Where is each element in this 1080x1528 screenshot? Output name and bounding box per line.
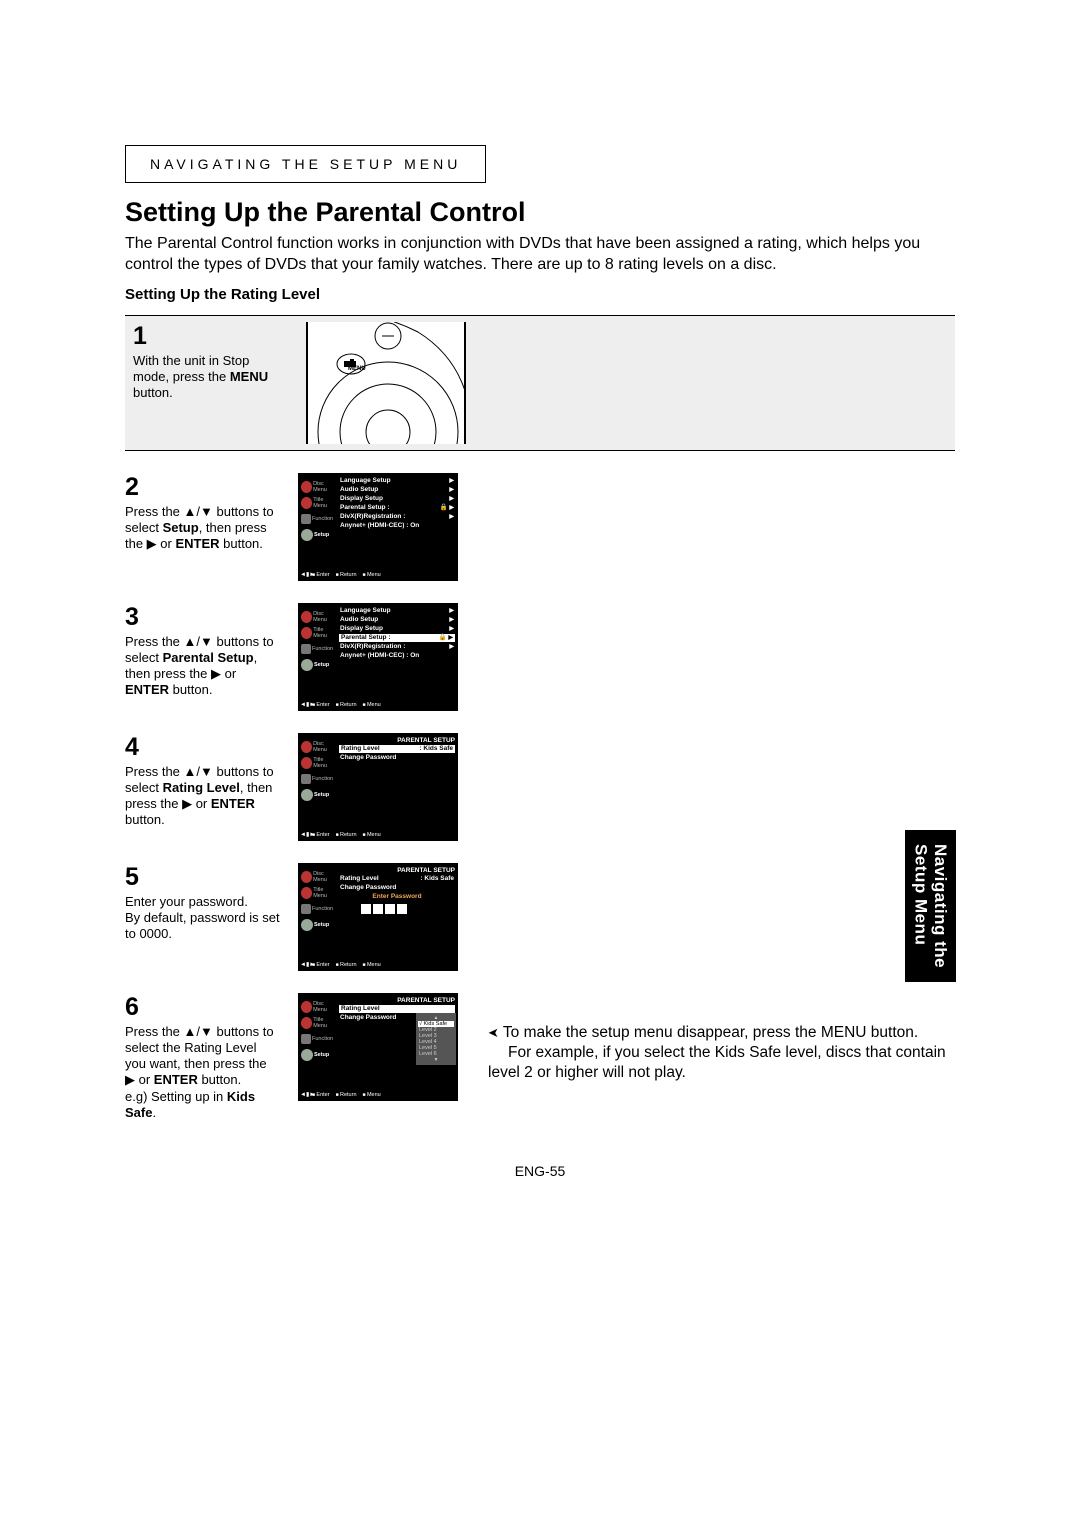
screen-parental-highlight: Disc Menu Title Menu Function Setup Lang…: [298, 603, 458, 711]
manual-page: NAVIGATING THE SETUP MENU Setting Up the…: [125, 145, 955, 1143]
step-1: 1 With the unit in Stop mode, press the …: [125, 315, 955, 451]
remote-diagram: MENU: [306, 322, 466, 444]
chapter-tab: Navigating the Setup Menu: [905, 830, 956, 982]
page-title: Setting Up the Parental Control: [125, 197, 955, 228]
back-arrow-icon: ➤: [488, 1025, 499, 1042]
step-2-text: Press the ▲/▼ buttons to select Setup, t…: [125, 504, 280, 553]
title-icon: [301, 627, 312, 639]
disc-icon: [301, 871, 312, 883]
screen-level-dropdown: Disc Menu Title Menu Function Setup PARE…: [298, 993, 458, 1101]
screen-rating-level: Disc Menu Title Menu Function Setup PARE…: [298, 733, 458, 841]
step-4: 4 Press the ▲/▼ buttons to select Rating…: [125, 733, 955, 841]
function-icon: [301, 904, 311, 914]
step-3-number: 3: [125, 603, 280, 632]
step-1-text-col: 1 With the unit in Stop mode, press the …: [133, 322, 288, 444]
screen-footer: Enter Return Menu: [298, 572, 458, 578]
step-1-number: 1: [133, 322, 288, 351]
setup-icon: [301, 789, 313, 801]
function-icon: [301, 644, 311, 654]
setup-icon: [301, 1049, 313, 1061]
step-4-number: 4: [125, 733, 280, 762]
step-1-text: With the unit in Stop mode, press the ME…: [133, 353, 288, 402]
sub-heading: Setting Up the Rating Level: [125, 286, 955, 303]
section-header-box: NAVIGATING THE SETUP MENU: [125, 145, 486, 183]
setup-icon: [301, 919, 313, 931]
title-icon: [301, 497, 312, 509]
menu-button-label: MENU: [348, 366, 366, 372]
function-icon: [301, 774, 311, 784]
title-icon: [301, 757, 312, 769]
step-2-number: 2: [125, 473, 280, 502]
disc-icon: [301, 611, 312, 623]
title-icon: [301, 887, 312, 899]
step-3: 3 Press the ▲/▼ buttons to select Parent…: [125, 603, 955, 711]
screen-side-icons: Disc Menu Title Menu Function Setup: [301, 475, 337, 545]
step-6-number: 6: [125, 993, 280, 1022]
disc-icon: [301, 1001, 312, 1013]
step-5-text: Enter your password. By default, passwor…: [125, 894, 280, 943]
setup-icon: [301, 659, 313, 671]
disc-icon: [301, 481, 312, 493]
section-header-text: NAVIGATING THE SETUP MENU: [150, 156, 461, 172]
screen-enter-password: Disc Menu Title Menu Function Setup PARE…: [298, 863, 458, 971]
password-boxes: [361, 904, 455, 914]
footnote-block: ➤To make the setup menu disappear, press…: [488, 1023, 958, 1082]
rating-dropdown: √ Kids Safe Level 2 Level 3 Level 4 Leve…: [416, 1013, 456, 1065]
step-5-number: 5: [125, 863, 280, 892]
intro-paragraph: The Parental Control function works in c…: [125, 234, 955, 276]
function-icon: [301, 1034, 311, 1044]
step-3-text: Press the ▲/▼ buttons to select Parental…: [125, 634, 280, 699]
step-5: 5 Enter your password. By default, passw…: [125, 863, 955, 971]
setup-icon: [301, 529, 313, 541]
page-number: ENG-55: [0, 1163, 1080, 1179]
step-6-text: Press the ▲/▼ buttons to select the Rati…: [125, 1024, 280, 1122]
title-icon: [301, 1017, 312, 1029]
remote-svg: [306, 322, 466, 444]
function-icon: [301, 514, 311, 524]
step-2: 2 Press the ▲/▼ buttons to select Setup,…: [125, 473, 955, 581]
screen-setup-menu: Disc Menu Title Menu Function Setup Lang…: [298, 473, 458, 581]
disc-icon: [301, 741, 312, 753]
step-4-text: Press the ▲/▼ buttons to select Rating L…: [125, 764, 280, 829]
